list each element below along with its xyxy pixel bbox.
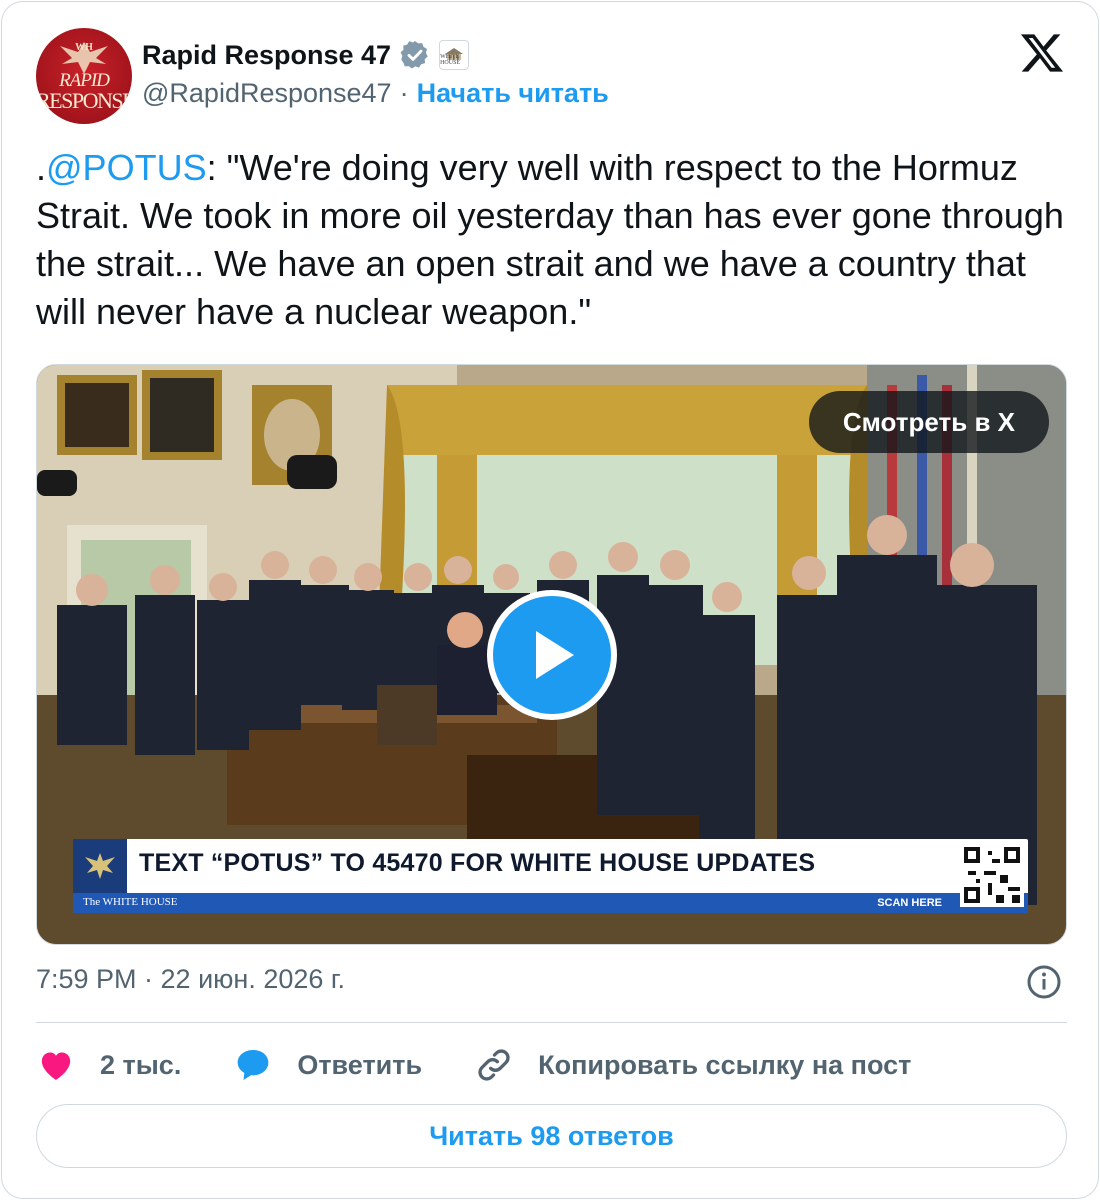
display-name[interactable]: Rapid Response 47 xyxy=(142,40,391,71)
avatar-text-response: RESPONSE xyxy=(36,88,132,113)
read-replies-button[interactable]: Читать 98 ответов xyxy=(36,1104,1067,1168)
verified-badge-icon[interactable] xyxy=(399,39,431,71)
video-chyron: TEXT “POTUS” TO 45470 FOR WHITE HOUSE UP… xyxy=(73,839,1028,913)
chyron-brand: The WHITE HOUSE xyxy=(83,896,178,908)
qr-code-icon xyxy=(960,843,1024,907)
chyron-bar: The WHITE HOUSE SCAN HERE xyxy=(73,893,1028,913)
link-icon xyxy=(478,1049,510,1081)
author-name-row: Rapid Response 47 WHITE HOUSE xyxy=(142,38,470,72)
action-bar: 2 тыс. Ответить Копировать ссылку на пос… xyxy=(36,1042,963,1088)
chyron-scan-label: SCAN HERE xyxy=(877,897,942,909)
like-action[interactable]: 2 тыс. xyxy=(36,1045,181,1085)
handle-row: @RapidResponse47 · Начать читать xyxy=(142,76,609,110)
x-logo-icon[interactable] xyxy=(1018,30,1066,76)
watch-on-x-button[interactable]: Смотреть в X xyxy=(808,391,1049,453)
like-count: 2 тыс. xyxy=(100,1049,182,1080)
tweet-text: .@POTUS: "We're doing very well with res… xyxy=(36,144,1076,336)
reply-bubble-icon xyxy=(237,1050,269,1080)
heart-icon xyxy=(41,1052,71,1080)
tweet-card: WH RAPID RESPONSE Rapid Response 47 WHIT… xyxy=(1,1,1099,1199)
affiliate-badge-label: WHITE HOUSE xyxy=(440,54,461,66)
video-player[interactable]: Смотреть в X TEXT “POTUS” TO 45470 FOR W… xyxy=(36,364,1067,945)
copy-link-action[interactable]: Копировать ссылку на пост xyxy=(474,1045,911,1085)
reply-label: Ответить xyxy=(297,1049,423,1080)
mention-link[interactable]: @POTUS xyxy=(46,147,207,188)
separator-dot: · xyxy=(399,77,409,108)
tweet-timestamp[interactable]: 7:59 PM · 22 июн. 2026 г. xyxy=(36,964,345,995)
chyron-text: TEXT “POTUS” TO 45470 FOR WHITE HOUSE UP… xyxy=(139,849,816,877)
info-icon[interactable] xyxy=(1026,964,1062,1000)
tweet-prefix: . xyxy=(36,147,47,188)
play-icon xyxy=(536,631,574,679)
avatar-wh-text: WH xyxy=(75,42,93,53)
divider xyxy=(36,1022,1067,1023)
presidential-seal-icon xyxy=(73,839,127,893)
copy-link-label: Копировать ссылку на пост xyxy=(538,1049,912,1080)
author-handle[interactable]: @RapidResponse47 xyxy=(142,78,392,109)
play-button[interactable] xyxy=(487,590,617,720)
reply-action[interactable]: Ответить xyxy=(233,1045,422,1085)
avatar[interactable]: WH RAPID RESPONSE xyxy=(36,28,132,124)
follow-link[interactable]: Начать читать xyxy=(417,78,609,109)
affiliate-badge[interactable]: WHITE HOUSE xyxy=(439,40,470,70)
